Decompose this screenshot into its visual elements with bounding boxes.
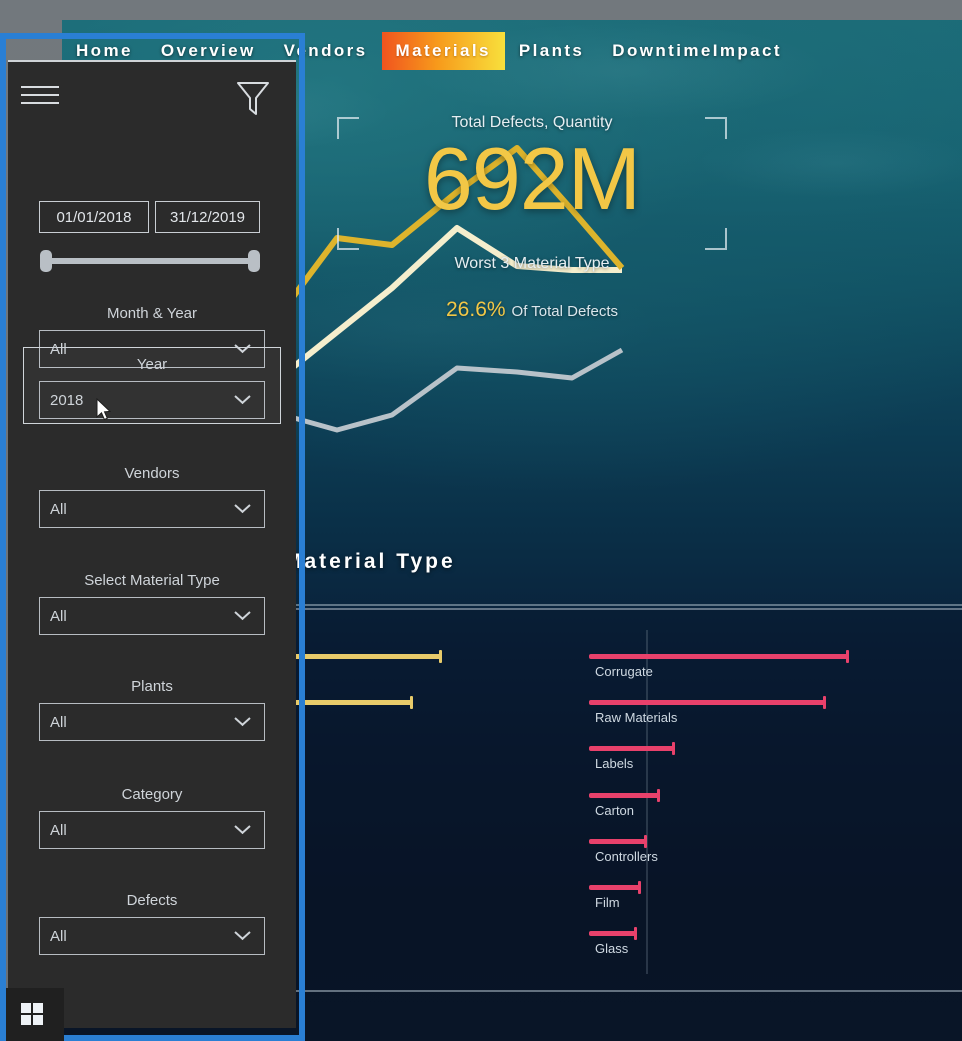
bar-fill xyxy=(589,793,660,798)
chevron-down-icon xyxy=(235,931,250,940)
bar-label: Glass xyxy=(595,941,629,956)
bar-end-cap xyxy=(657,789,660,802)
select-value: All xyxy=(50,500,67,518)
bar-label: Carton xyxy=(595,803,635,818)
chevron-down-icon xyxy=(235,611,250,620)
material-type-panel: Corrugate Raw Materials Labels Carton Co… xyxy=(280,608,962,992)
select-value: 2018 xyxy=(50,391,84,409)
filter-plants: Plants All xyxy=(23,670,281,741)
section-title: Material Type xyxy=(284,550,456,573)
select-value: All xyxy=(50,927,67,945)
hamburger-icon[interactable] xyxy=(21,84,59,106)
date-to-field[interactable]: 31/12/2019 xyxy=(155,201,260,233)
kpi-card: Total Defects, Quantity 692M Worst 3 Mat… xyxy=(337,95,727,321)
filter-defects: Defects All xyxy=(23,884,281,955)
filter-label: Year xyxy=(136,356,168,373)
bar-end-cap xyxy=(638,881,641,894)
bar-end-cap xyxy=(439,650,442,663)
kpi-subtitle: Worst 3 Material Type xyxy=(454,255,610,272)
filter-label: Vendors xyxy=(124,465,180,482)
filter-label: Defects xyxy=(126,892,178,909)
card-corner-bottom-left xyxy=(337,228,359,250)
select-value: All xyxy=(50,821,67,839)
mouse-cursor xyxy=(96,398,112,421)
filter-funnel-icon[interactable] xyxy=(236,80,270,118)
bar-fill xyxy=(589,700,826,705)
filter-label: Month & Year xyxy=(106,305,198,322)
kpi-percent-value: 26.6% xyxy=(446,298,506,321)
kpi-percent-label: Of Total Defects xyxy=(511,303,618,320)
nav-item-materials[interactable]: Materials xyxy=(381,32,505,70)
nav-item-downtimeimpact[interactable]: DowntimeImpact xyxy=(598,32,796,70)
filter-label: Plants xyxy=(131,678,173,695)
filter-label: Category xyxy=(121,786,183,803)
date-from-field[interactable]: 01/01/2018 xyxy=(39,201,149,233)
chevron-down-icon xyxy=(235,825,250,834)
windows-start-icon[interactable] xyxy=(21,1003,43,1025)
material-type-select[interactable]: All xyxy=(39,597,265,635)
nav-item-plants[interactable]: Plants xyxy=(505,32,598,70)
bar-end-cap xyxy=(410,696,413,709)
filter-material-type: Select Material Type All xyxy=(23,564,281,635)
bar-fill xyxy=(282,654,442,659)
chevron-down-icon xyxy=(235,395,250,404)
select-value: All xyxy=(50,607,67,625)
kpi-value: 692M xyxy=(423,129,641,228)
slider-handle-left[interactable] xyxy=(40,250,52,272)
filter-category: Category All xyxy=(23,778,281,849)
filter-label: Select Material Type xyxy=(84,572,220,589)
bar-fill xyxy=(589,931,637,936)
bar-fill xyxy=(589,654,849,659)
chevron-down-icon xyxy=(235,504,250,513)
yellow-bar-chart xyxy=(282,644,642,764)
bar-end-cap xyxy=(672,742,675,755)
bar-label: Labels xyxy=(595,756,634,771)
taskbar xyxy=(6,988,64,1041)
category-select[interactable]: All xyxy=(39,811,265,849)
bar-end-cap xyxy=(644,835,647,848)
vendors-select[interactable]: All xyxy=(39,490,265,528)
bar-end-cap xyxy=(823,696,826,709)
filter-vendors: Vendors All xyxy=(23,457,281,528)
filter-sidebar: 01/01/2018 31/12/2019 Month & Year All Y… xyxy=(8,60,296,1028)
bar-label: Controllers xyxy=(595,849,658,864)
card-corner-bottom-right xyxy=(705,228,727,250)
kpi-percent-row: 26.6% Of Total Defects xyxy=(337,298,727,322)
bar-label: Corrugate xyxy=(595,664,653,679)
defects-select[interactable]: All xyxy=(39,917,265,955)
year-select[interactable]: 2018 xyxy=(39,381,265,419)
slider-track xyxy=(48,258,252,264)
select-value: All xyxy=(50,713,67,731)
bar-label: Film xyxy=(595,895,620,910)
bar-end-cap xyxy=(634,927,637,940)
bar-fill xyxy=(589,885,641,890)
sidebar-toolbar xyxy=(8,62,296,124)
screen: Home Overview Vendors Materials Plants D… xyxy=(0,0,962,1041)
bar-fill xyxy=(589,746,675,751)
bar-fill xyxy=(282,700,413,705)
bar-fill xyxy=(589,839,647,844)
date-range-slider[interactable] xyxy=(40,250,260,272)
plants-select[interactable]: All xyxy=(39,703,265,741)
material-type-bar-chart: Corrugate Raw Materials Labels Carton Co… xyxy=(589,644,962,974)
bar-label: Raw Materials xyxy=(595,710,678,725)
bar-end-cap xyxy=(846,650,849,663)
slider-handle-right[interactable] xyxy=(248,250,260,272)
chevron-down-icon xyxy=(235,717,250,726)
filter-year: Year 2018 xyxy=(23,347,281,424)
